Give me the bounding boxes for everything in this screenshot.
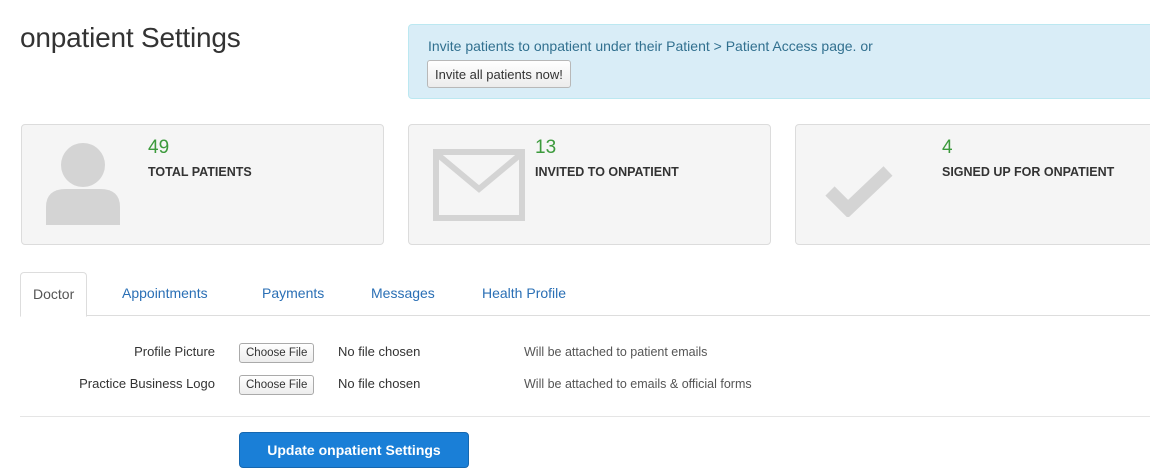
profile-picture-choose-file-button[interactable]: Choose File (239, 343, 315, 363)
profile-picture-label: Profile Picture (134, 344, 215, 359)
form-divider (20, 416, 1150, 417)
tab-payments[interactable]: Payments (250, 272, 336, 316)
stat-value: 13 (535, 137, 557, 158)
stat-card-total-patients: 49 TOTAL PATIENTS (21, 124, 384, 245)
tab-appointments[interactable]: Appointments (110, 272, 220, 316)
update-settings-button[interactable]: Update onpatient Settings (239, 432, 469, 468)
person-icon (46, 143, 120, 225)
invite-message: Invite patients to onpatient under their… (428, 38, 873, 54)
tab-doctor[interactable]: Doctor (20, 272, 88, 317)
practice-logo-label: Practice Business Logo (79, 376, 215, 391)
stat-label: TOTAL PATIENTS (148, 165, 252, 179)
practice-logo-help-text: Will be attached to emails & official fo… (524, 377, 752, 391)
stat-card-invited: 13 INVITED TO ONPATIENT (408, 124, 771, 245)
stat-value: 49 (148, 137, 170, 158)
practice-logo-choose-file-button[interactable]: Choose File (239, 375, 315, 395)
page-title: onpatient Settings (20, 22, 241, 53)
checkmark-icon (825, 166, 893, 217)
stat-label: SIGNED UP FOR ONPATIENT (942, 165, 1115, 179)
tab-health-profile[interactable]: Health Profile (470, 272, 578, 316)
invite-all-patients-button[interactable]: Invite all patients now! (427, 60, 571, 88)
profile-picture-help-text: Will be attached to patient emails (524, 345, 708, 359)
practice-logo-file-status: No file chosen (338, 376, 421, 391)
stat-card-signed-up: 4 SIGNED UP FOR ONPATIENT (795, 124, 1150, 245)
envelope-icon (433, 149, 525, 221)
settings-tabs: Doctor Appointments Payments Messages He… (20, 272, 1150, 317)
profile-picture-file-status: No file chosen (338, 344, 421, 359)
stat-label: INVITED TO ONPATIENT (535, 165, 679, 179)
stat-value: 4 (942, 137, 953, 158)
tab-messages[interactable]: Messages (359, 272, 447, 316)
invite-info-box: Invite patients to onpatient under their… (408, 24, 1150, 99)
